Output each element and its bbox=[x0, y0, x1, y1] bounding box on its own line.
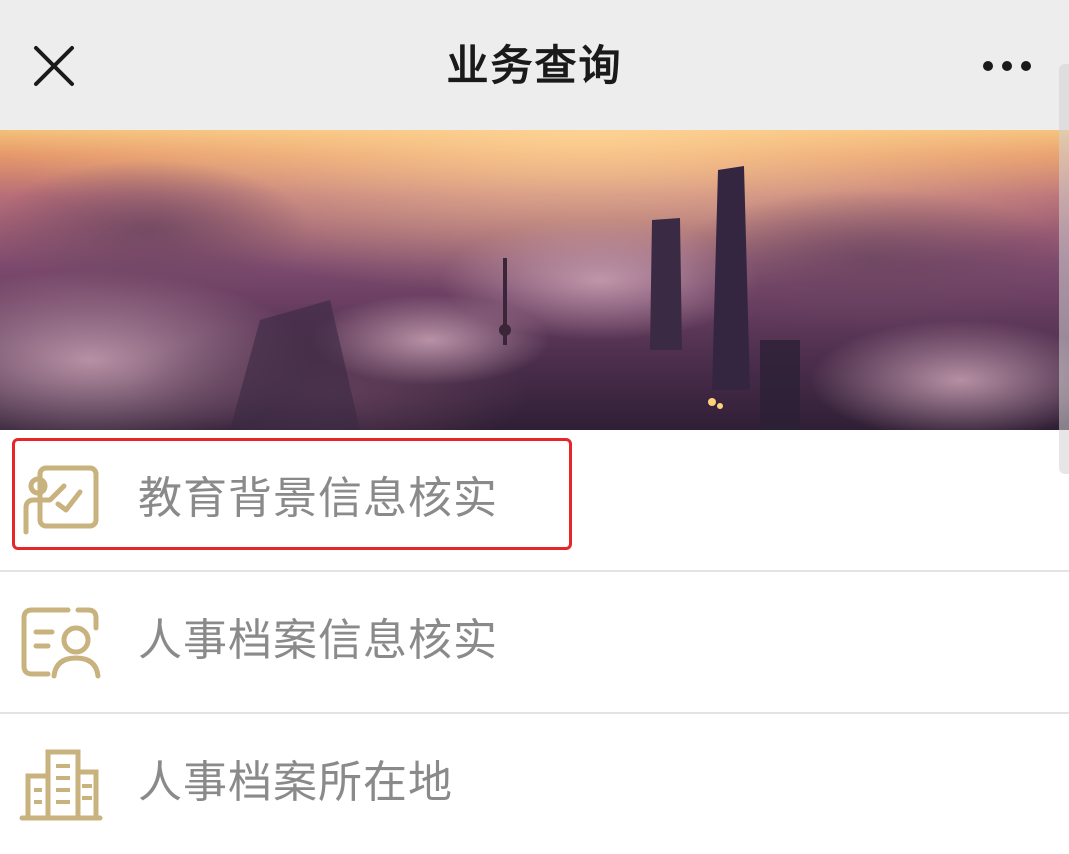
page-title: 业务查询 bbox=[446, 41, 623, 90]
menu-item-label: 人事档案所在地 bbox=[138, 757, 453, 808]
education-board-icon bbox=[23, 465, 99, 535]
more-dots-icon bbox=[983, 61, 1031, 71]
menu-item-personnel-file-verification[interactable]: 人事档案信息核实 bbox=[0, 572, 1069, 714]
menu-item-personnel-file-location[interactable]: 人事档案所在地 bbox=[0, 714, 1069, 854]
menu-list: 教育背景信息核实 人事档案信息核实 人事档案所在地 bbox=[0, 430, 1069, 854]
menu-item-label: 教育背景信息核实 bbox=[138, 473, 498, 524]
scrollbar[interactable] bbox=[1059, 64, 1069, 474]
menu-item-education-verification[interactable]: 教育背景信息核实 bbox=[0, 430, 1069, 572]
menu-item-label: 人事档案信息核实 bbox=[138, 615, 498, 666]
navbar: 业务查询 bbox=[0, 0, 1069, 130]
banner-image bbox=[0, 130, 1069, 430]
more-button[interactable] bbox=[971, 36, 1043, 96]
building-icon bbox=[19, 749, 103, 821]
profile-card-icon bbox=[21, 607, 101, 679]
